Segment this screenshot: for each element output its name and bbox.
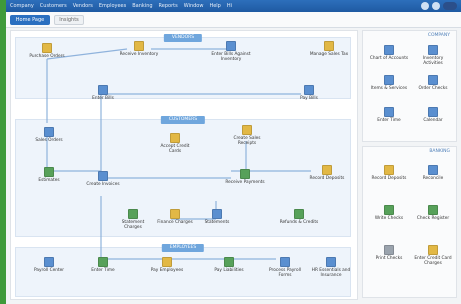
inventory-activities-icon (428, 45, 438, 55)
company-panel: COMPANY Chart of Accounts Inventory Acti… (362, 30, 457, 142)
receive-payments-node[interactable]: Receive Payments (225, 169, 265, 185)
menu-help[interactable]: Help (209, 3, 220, 9)
menu-bar: Company Customers Vendors Employees Bank… (6, 0, 461, 12)
statements-icon (212, 209, 222, 219)
receive-inventory-node[interactable]: Receive Inventory (119, 41, 159, 57)
finance-charges-node[interactable]: Finance Charges (155, 209, 195, 225)
menu-window[interactable]: Window (184, 3, 204, 9)
pay-employees-node[interactable]: Pay Employees (147, 257, 187, 273)
order-checks-icon (428, 75, 438, 85)
invoice-icon (98, 171, 108, 181)
menu-vendors[interactable]: Vendors (73, 3, 93, 9)
statement-charges-node[interactable]: Statement Charges (113, 209, 153, 230)
sales-orders-node[interactable]: Sales Orders (29, 127, 69, 143)
enter-time-icon (98, 257, 108, 267)
menu-company[interactable]: Company (10, 3, 34, 9)
info-icon[interactable] (432, 2, 440, 10)
write-checks-icon (384, 205, 394, 215)
calendar-icon (428, 107, 438, 117)
order-checks-link[interactable]: Order Checks (413, 75, 453, 91)
check-register-link[interactable]: Check Register (413, 205, 453, 221)
process-payroll-forms-node[interactable]: Process Payroll Forms (265, 257, 305, 278)
sales-orders-icon (44, 127, 54, 137)
manage-sales-tax-icon (324, 41, 334, 51)
close-icon[interactable] (443, 2, 457, 10)
finance-charges-icon (170, 209, 180, 219)
refunds-credits-icon (294, 209, 304, 219)
menu-hi[interactable]: Hi (227, 3, 232, 9)
chart-of-accounts-link[interactable]: Chart of Accounts (369, 45, 409, 61)
create-sales-receipts-node[interactable]: Create Sales Receipts (227, 125, 267, 146)
company-enter-time-link[interactable]: Enter Time (369, 107, 409, 123)
company-panel-title: COMPANY (427, 33, 450, 38)
credit-card-charges-link[interactable]: Enter Credit Card Charges (413, 245, 453, 266)
reconcile-link[interactable]: Reconcile (413, 165, 453, 181)
enter-bills-icon (98, 85, 108, 95)
clock-icon (384, 107, 394, 117)
banking-panel: BANKING Record Deposits Reconcile Write … (362, 146, 457, 298)
window-controls (421, 2, 457, 10)
menu-banking[interactable]: Banking (132, 3, 152, 9)
menu-employees[interactable]: Employees (99, 3, 126, 9)
print-checks-link[interactable]: Print Checks (369, 245, 409, 261)
items-services-icon (384, 75, 394, 85)
chart-of-accounts-icon (384, 45, 394, 55)
credit-card-charges-icon (428, 245, 438, 255)
calendar-link[interactable]: Calendar (413, 107, 453, 123)
pay-liabilities-node[interactable]: Pay Liabilities (209, 257, 249, 273)
search-icon[interactable] (421, 2, 429, 10)
deposits-icon (384, 165, 394, 175)
create-invoices-node[interactable]: Create Invoices (83, 171, 123, 187)
enter-time-node[interactable]: Enter Time (83, 257, 123, 273)
tab-home-page[interactable]: Home Page (10, 15, 50, 25)
payroll-center-icon (44, 257, 54, 267)
tab-bar: Home Page Insights (6, 12, 461, 28)
purchase-orders-node[interactable]: Purchase Orders (27, 43, 67, 59)
payroll-forms-icon (280, 257, 290, 267)
estimates-icon (44, 167, 54, 177)
hr-essentials-node[interactable]: HR Essentials and Insurance (311, 257, 351, 278)
receive-payments-icon (240, 169, 250, 179)
accept-credit-cards-node[interactable]: Accept Credit Cards (155, 133, 195, 154)
pay-liabilities-icon (224, 257, 234, 267)
menu-reports[interactable]: Reports (159, 3, 178, 9)
write-checks-link[interactable]: Write Checks (369, 205, 409, 221)
inventory-activities-link[interactable]: Inventory Activities (413, 45, 453, 66)
statement-charges-icon (128, 209, 138, 219)
side-panels: COMPANY Chart of Accounts Inventory Acti… (362, 30, 457, 300)
payroll-center-node[interactable]: Payroll Center (29, 257, 69, 273)
refunds-credits-node[interactable]: Refunds & Credits (279, 209, 319, 225)
record-deposits-icon (322, 165, 332, 175)
credit-card-icon (170, 133, 180, 143)
pay-employees-icon (162, 257, 172, 267)
enter-bills-node[interactable]: Enter Bills (83, 85, 123, 101)
statements-node[interactable]: Statements (197, 209, 237, 225)
app-window: Company Customers Vendors Employees Bank… (6, 0, 461, 304)
banking-record-deposits-link[interactable]: Record Deposits (369, 165, 409, 181)
estimates-node[interactable]: Estimates (29, 167, 69, 183)
enter-bills-inventory-icon (226, 41, 236, 51)
reconcile-icon (428, 165, 438, 175)
check-register-icon (428, 205, 438, 215)
items-services-link[interactable]: Items & Services (369, 75, 409, 91)
sales-receipt-icon (242, 125, 252, 135)
menu-customers[interactable]: Customers (40, 3, 67, 9)
banking-panel-title: BANKING (429, 149, 450, 154)
purchase-orders-icon (42, 43, 52, 53)
tab-insights[interactable]: Insights (54, 15, 84, 25)
enter-bills-inventory-node[interactable]: Enter Bills Against Inventory (211, 41, 251, 62)
pay-bills-node[interactable]: Pay Bills (289, 85, 329, 101)
printer-icon (384, 245, 394, 255)
record-deposits-node[interactable]: Record Deposits (307, 165, 347, 181)
manage-sales-tax-node[interactable]: Manage Sales Tax (309, 41, 349, 57)
pay-bills-icon (304, 85, 314, 95)
workflow-area: VENDORS CUSTOMERS EMPLOYEES Purchase Ord… (10, 30, 358, 300)
hr-essentials-icon (326, 257, 336, 267)
receive-inventory-icon (134, 41, 144, 51)
